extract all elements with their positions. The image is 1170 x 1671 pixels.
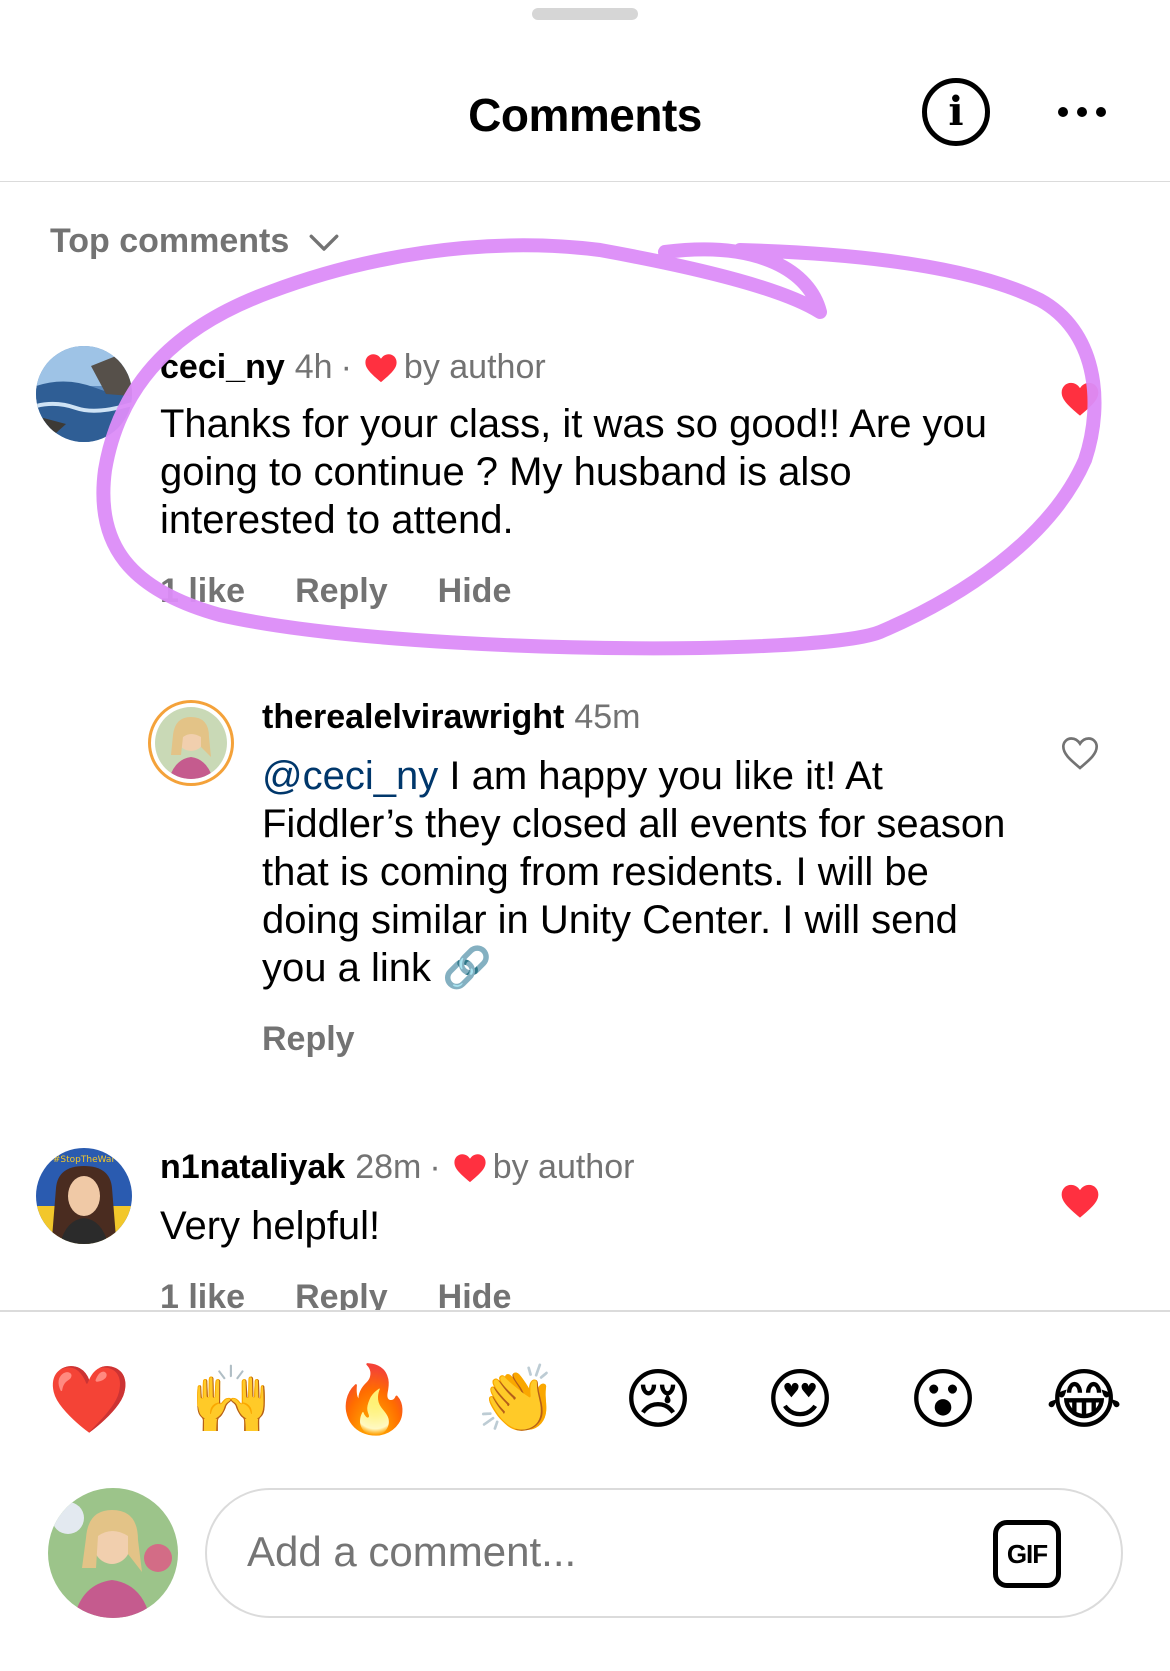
emoji-raised-hands[interactable]: 🙌: [190, 1360, 272, 1440]
comment-input[interactable]: [247, 1528, 947, 1576]
avatar-banner: #StopTheWar: [53, 1155, 116, 1165]
avatar[interactable]: #StopTheWar: [36, 1148, 132, 1244]
hide-button[interactable]: Hide: [438, 1278, 512, 1310]
reply-button[interactable]: Reply: [295, 1278, 388, 1310]
likes-count[interactable]: 1 like: [160, 1278, 245, 1310]
comment-username[interactable]: n1nataliyak: [160, 1148, 345, 1187]
emoji-heart[interactable]: ❤️: [48, 1360, 130, 1440]
comment-item: #StopTheWar n1nataliyak 28m · by author …: [0, 0, 1170, 1310]
author-badge: by author: [492, 1148, 635, 1186]
gif-button[interactable]: GIF: [993, 1520, 1061, 1588]
like-heart-icon[interactable]: [1060, 1182, 1100, 1220]
emoji-crying[interactable]: 😢: [618, 1360, 698, 1440]
current-user-avatar: [48, 1488, 178, 1618]
separator: ·: [429, 1148, 441, 1186]
heart-icon: [454, 1153, 486, 1182]
comment-composer: GIF: [205, 1488, 1123, 1618]
emoji-laughing[interactable]: 😂: [1044, 1360, 1124, 1440]
emoji-surprised[interactable]: 😮: [903, 1360, 983, 1440]
emoji-clap[interactable]: 👏: [476, 1360, 558, 1440]
emoji-heart-eyes[interactable]: 😍: [760, 1360, 840, 1440]
emoji-fire[interactable]: 🔥: [333, 1360, 415, 1440]
divider: [0, 1310, 1170, 1312]
comment-time: 28m: [355, 1148, 422, 1186]
comment-text: Very helpful!: [160, 1204, 381, 1248]
gif-label: GIF: [1006, 1538, 1048, 1569]
emoji-bar: ❤️ 🙌 🔥 👏 😢 😍 😮 😂: [0, 1360, 1170, 1440]
